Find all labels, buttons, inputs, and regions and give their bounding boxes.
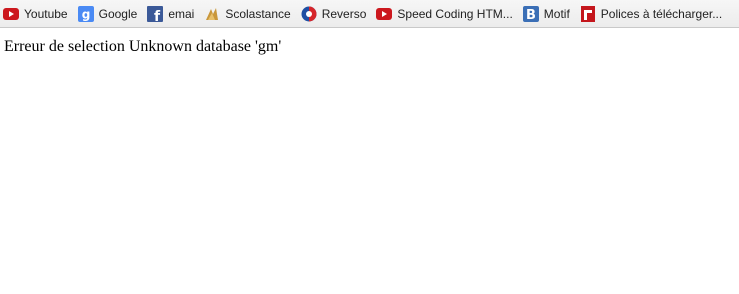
- bookmark-emai[interactable]: f emai: [144, 3, 197, 25]
- reverso-icon: [301, 6, 317, 22]
- svg-text:f: f: [154, 9, 161, 22]
- bookmark-label: Speed Coding HTM...: [397, 6, 513, 21]
- bookmark-motif[interactable]: B Motif: [520, 3, 573, 25]
- bookmark-polices[interactable]: Polices à télécharger...: [577, 3, 725, 25]
- bookmark-label: Polices à télécharger...: [600, 6, 723, 21]
- error-message: Erreur de selection Unknown database 'gm…: [4, 38, 282, 55]
- facebook-icon: f: [147, 5, 164, 22]
- youtube-icon: [376, 6, 393, 22]
- bookmark-label: Youtube: [24, 6, 68, 21]
- b-icon: B: [522, 5, 539, 22]
- google-icon: g: [77, 5, 94, 22]
- bookmark-reverso[interactable]: Reverso: [298, 3, 370, 25]
- bookmark-label: Reverso: [321, 6, 367, 21]
- bookmark-google[interactable]: g Google: [75, 3, 141, 25]
- bookmark-label: emai: [168, 6, 195, 21]
- bookmark-youtube[interactable]: Youtube: [0, 3, 71, 25]
- bookmark-label: Scolastance: [225, 6, 291, 21]
- bookmark-speed-coding[interactable]: Speed Coding HTM...: [373, 3, 515, 25]
- polices-icon: [580, 5, 596, 22]
- bookmarks-bar: Youtube g Google f emai Scolastance Reve…: [0, 0, 739, 28]
- svg-text:B: B: [526, 8, 536, 22]
- bookmark-label: Motif: [543, 6, 570, 21]
- bookmark-label: Google: [98, 6, 138, 21]
- youtube-icon: [3, 6, 19, 22]
- bookmark-scolastance[interactable]: Scolastance: [201, 3, 293, 25]
- svg-text:g: g: [81, 7, 90, 21]
- scolastance-icon: [204, 6, 220, 22]
